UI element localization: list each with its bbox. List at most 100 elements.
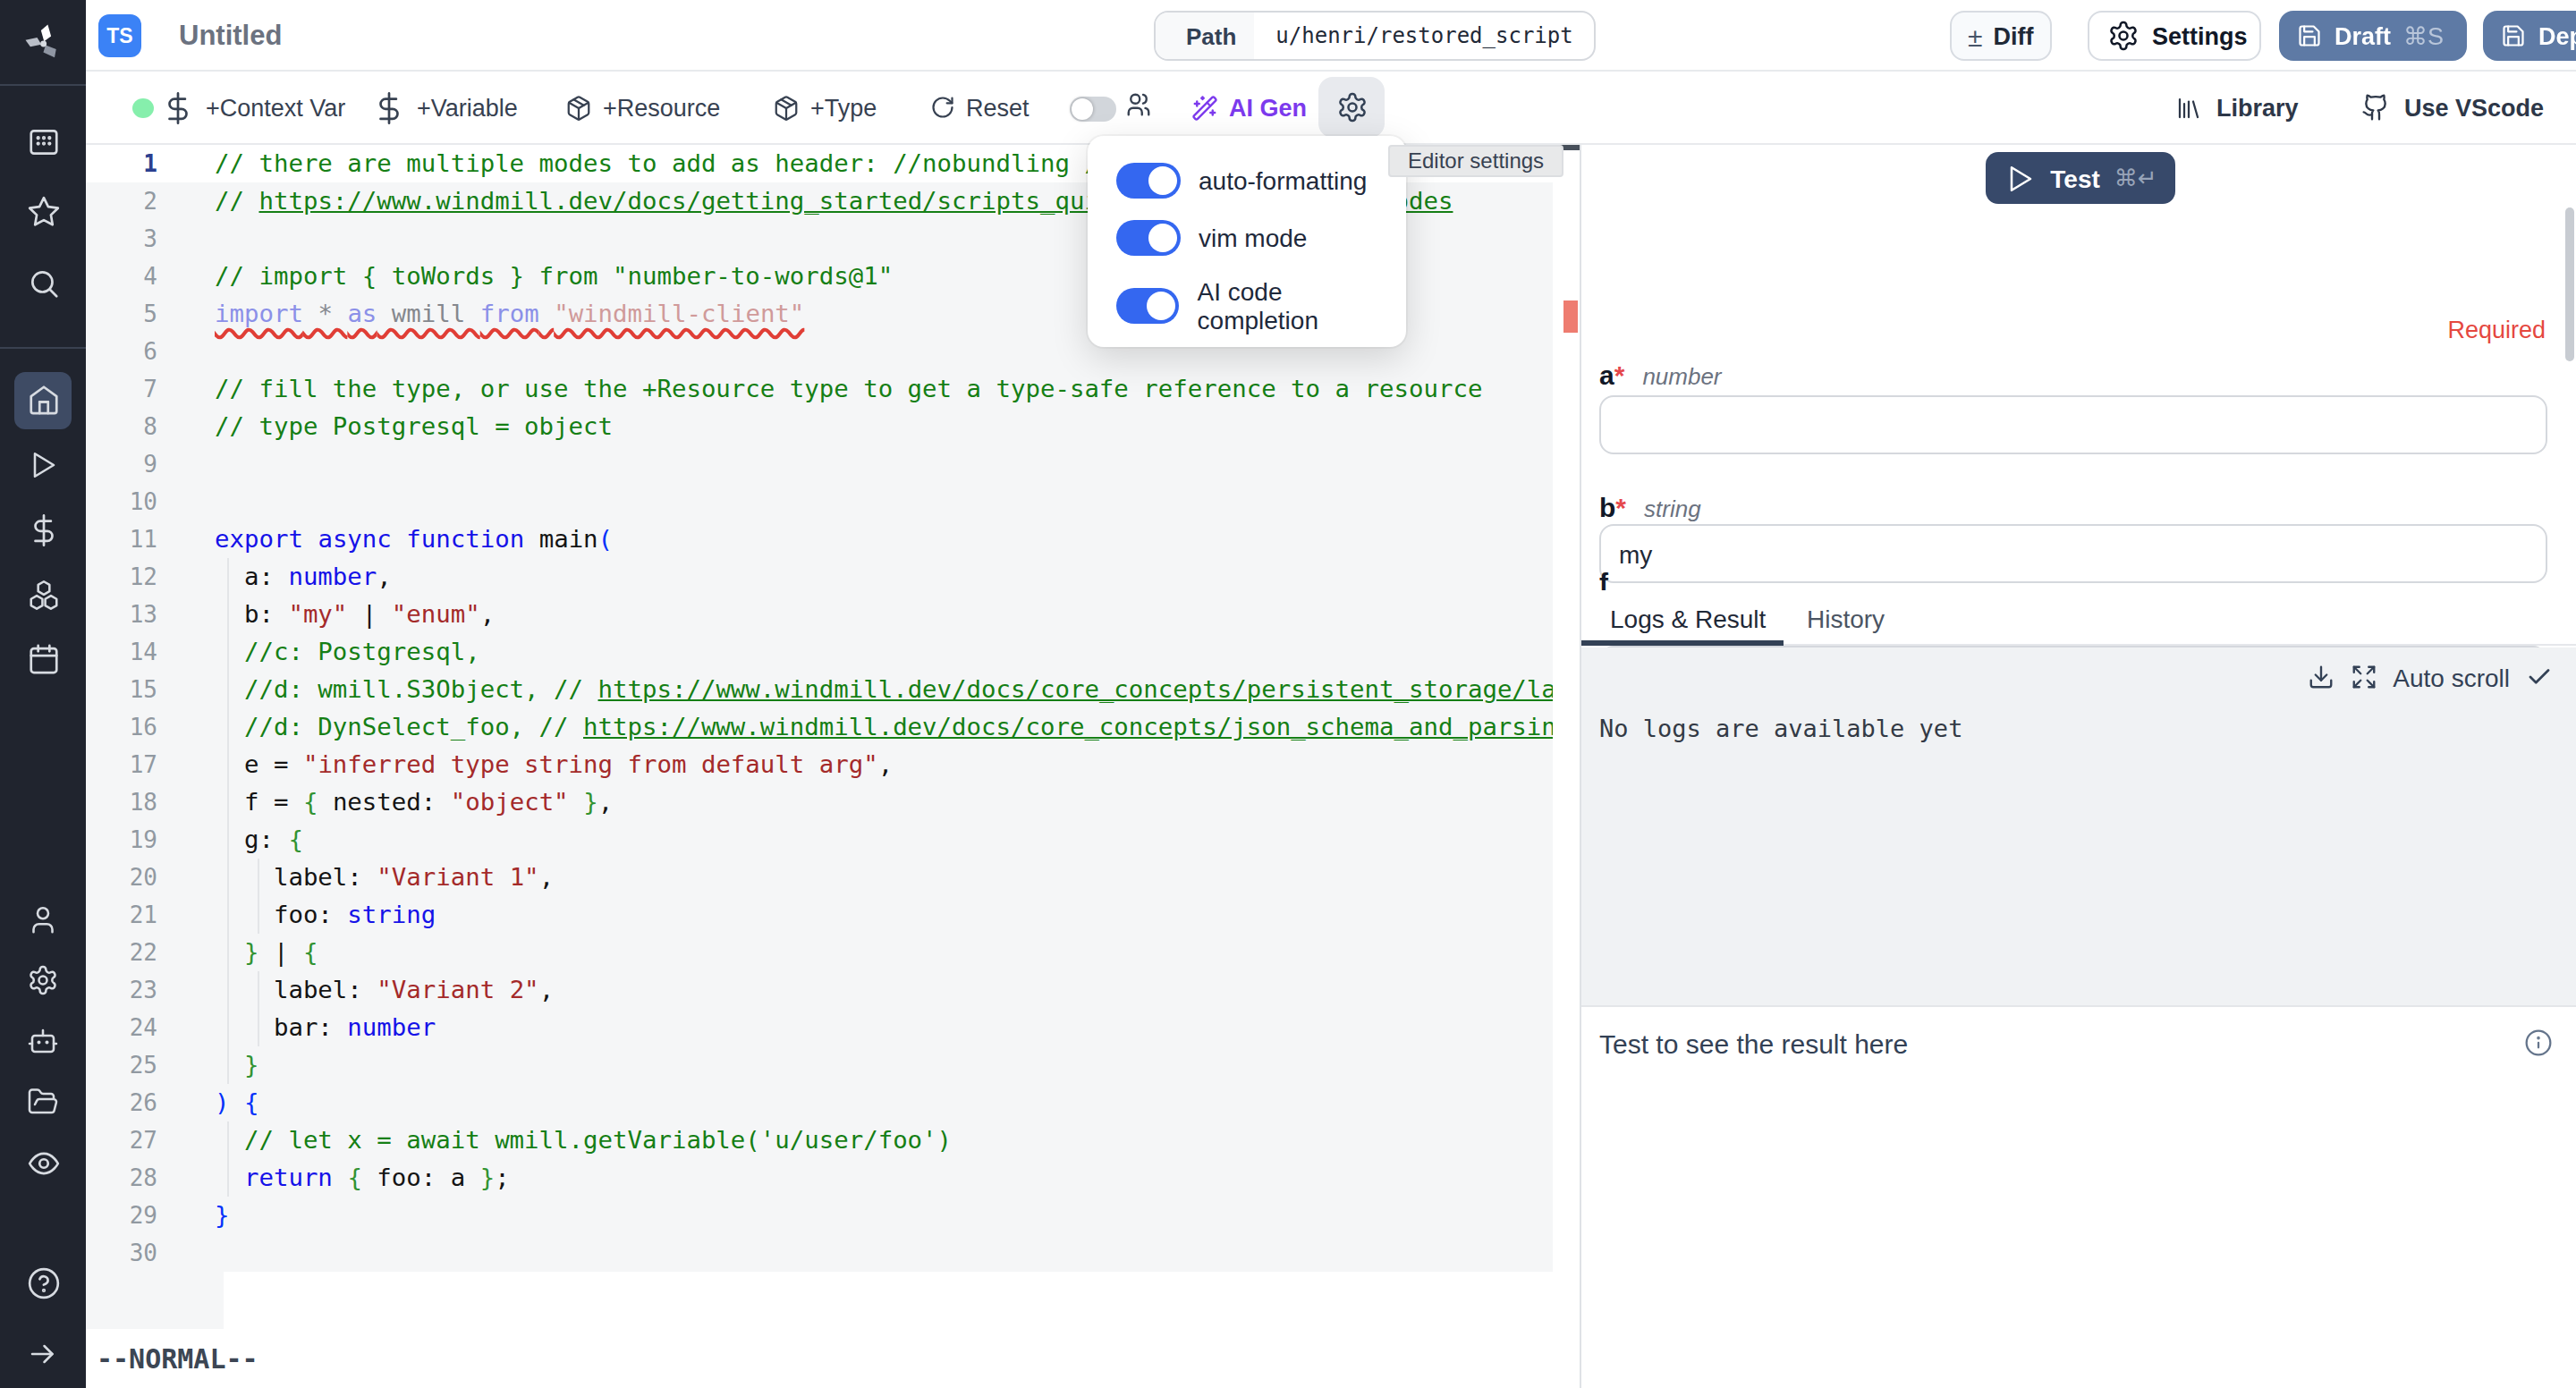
user-icon: [27, 903, 59, 935]
code-line-23[interactable]: 23 label: "Variant 2",: [86, 971, 1580, 1009]
run-panel: Test ⌘↵ a*number Required b*string my es…: [1580, 145, 2576, 1388]
toolbar-contextvar-button[interactable]: +Context Var: [161, 72, 345, 143]
toolbar-reset-button[interactable]: Reset: [930, 72, 1030, 143]
field-label-a: a*number: [1599, 360, 1722, 390]
code-line-16[interactable]: 16 //d: DynSelect_foo, // https://www.wi…: [86, 708, 1580, 746]
sidebar-item-resources[interactable]: [0, 578, 86, 612]
sidebar-item-schedules[interactable]: [0, 642, 86, 676]
library-icon: [2175, 94, 2202, 121]
draft-button[interactable]: Draft ⌘S: [2279, 11, 2467, 61]
code-line-19[interactable]: 19 g: {: [86, 821, 1580, 859]
sidebar-item-collapse[interactable]: [0, 1338, 86, 1370]
sidebar-item-user[interactable]: [0, 903, 86, 935]
sidebar: [0, 0, 86, 1388]
code-line-14[interactable]: 14 //c: Postgresql,: [86, 633, 1580, 671]
sidebar-item-help[interactable]: [0, 1266, 86, 1300]
line-number: 3: [86, 220, 157, 258]
code-line-25[interactable]: 25 }: [86, 1046, 1580, 1084]
package-icon: [565, 94, 592, 121]
path-widget[interactable]: Path u/henri/restored_script: [1154, 11, 1597, 61]
ai-assistant-toggle[interactable]: [1070, 97, 1116, 122]
github-icon: [2361, 93, 2390, 122]
code-line-26[interactable]: 26) {: [86, 1084, 1580, 1121]
toolbar-type-button[interactable]: +Type: [773, 72, 877, 143]
sidebar-item-workers[interactable]: [0, 1025, 86, 1057]
check-icon[interactable]: [2526, 664, 2553, 690]
sidebar-item-folders[interactable]: [0, 1086, 86, 1118]
editor-below-content: [224, 1272, 1555, 1329]
code-line-24[interactable]: 24 bar: number: [86, 1009, 1580, 1046]
plus-minus-icon: ±: [1968, 21, 1982, 51]
sidebar-divider: [0, 84, 86, 86]
menu-item-vim-mode[interactable]: vim mode: [1116, 220, 1307, 256]
code-line-7[interactable]: 7// fill the type, or use the +Resource …: [86, 370, 1580, 408]
code-line-8[interactable]: 8// type Postgresql = object: [86, 408, 1580, 445]
code-line-13[interactable]: 13 b: "my" | "enum",: [86, 596, 1580, 633]
sidebar-item-variables[interactable]: [0, 513, 86, 547]
sidebar-item-apps[interactable]: [0, 125, 86, 159]
code-line-10[interactable]: 10: [86, 483, 1580, 520]
test-button[interactable]: Test ⌘↵: [1986, 152, 2175, 204]
code-line-15[interactable]: 15 //d: wmill.S3Object, // https://www.w…: [86, 671, 1580, 708]
menu-item-ai-code-completion[interactable]: AI code completion: [1116, 277, 1406, 334]
toggle-on[interactable]: [1116, 220, 1181, 256]
sidebar-item-favorites[interactable]: [0, 195, 86, 229]
tab-history[interactable]: History: [1807, 590, 1885, 646]
deploy-button[interactable]: Deploy: [2483, 11, 2576, 61]
code-line-18[interactable]: 18 f = { nested: "object" },: [86, 783, 1580, 821]
schedules-icon: [26, 642, 60, 676]
toolbar-variable-button[interactable]: +Variable: [372, 72, 518, 143]
sidebar-item-search[interactable]: [0, 267, 86, 300]
code-line-9[interactable]: 9: [86, 445, 1580, 483]
download-icon[interactable]: [2307, 664, 2334, 690]
expand-icon[interactable]: [2350, 664, 2377, 690]
line-number: 8: [86, 408, 157, 445]
sidebar-item-audit-logs[interactable]: [0, 1147, 86, 1181]
code-line-30[interactable]: 30: [86, 1234, 1580, 1272]
menu-item-auto-formatting[interactable]: auto-formatting: [1116, 163, 1367, 199]
sidebar-item-windmill-logo[interactable]: [0, 20, 86, 66]
script-title: Untitled: [179, 20, 282, 52]
path-edit-button[interactable]: Path: [1156, 13, 1254, 59]
sidebar-item-runs[interactable]: [0, 449, 86, 481]
path-value[interactable]: u/henri/restored_script: [1254, 13, 1594, 59]
code-line-27[interactable]: 27 // let x = await wmill.getVariable('u…: [86, 1121, 1580, 1159]
toggle-on[interactable]: [1116, 163, 1181, 199]
line-number: 13: [86, 596, 157, 633]
ai-gen-button[interactable]: AI Gen: [1191, 72, 1307, 143]
autoscroll-label[interactable]: Auto scroll: [2393, 663, 2510, 691]
use-vscode-button[interactable]: Use VScode: [2361, 72, 2544, 143]
code-line-17[interactable]: 17 e = "inferred type string from defaul…: [86, 746, 1580, 783]
sidebar-item-workspace-settings[interactable]: [0, 964, 86, 996]
diff-button[interactable]: ± Diff: [1950, 11, 2052, 61]
toggle-on[interactable]: [1116, 288, 1180, 324]
line-number: 2: [86, 182, 157, 220]
audit-logs-icon: [26, 1147, 60, 1181]
editor-settings-button[interactable]: [1318, 77, 1385, 138]
info-icon[interactable]: [2524, 1028, 2553, 1057]
code-line-11[interactable]: 11export async function main(: [86, 520, 1580, 558]
field-input-a[interactable]: [1599, 395, 2547, 454]
code-line-12[interactable]: 12 a: number,: [86, 558, 1580, 596]
line-number: 23: [86, 971, 157, 1009]
tab-logs-result[interactable]: Logs & Result: [1610, 590, 1766, 646]
library-button[interactable]: Library: [2175, 72, 2299, 143]
code-line-20[interactable]: 20 label: "Variant 1",: [86, 859, 1580, 896]
panel-scrollbar-thumb[interactable]: [2564, 207, 2574, 361]
code-line-22[interactable]: 22 } | {: [86, 934, 1580, 971]
editor-settings-tooltip: Editor settings: [1388, 145, 1563, 177]
toolbar-resource-button[interactable]: +Resource: [565, 72, 720, 143]
test-shortcut: ⌘↵: [2114, 165, 2157, 191]
line-number: 9: [86, 445, 157, 483]
gear-icon: [1335, 91, 1368, 123]
runs-icon: [27, 449, 59, 481]
sidebar-item-home[interactable]: [0, 383, 86, 417]
people-icon: [1125, 91, 1152, 118]
code-line-28[interactable]: 28 return { foo: a };: [86, 1159, 1580, 1197]
code-line-29[interactable]: 29}: [86, 1197, 1580, 1234]
settings-button[interactable]: Settings: [2088, 11, 2261, 61]
line-number: 28: [86, 1159, 157, 1197]
favorites-icon: [26, 195, 60, 229]
save-icon: [2297, 23, 2322, 48]
code-line-21[interactable]: 21 foo: string: [86, 896, 1580, 934]
